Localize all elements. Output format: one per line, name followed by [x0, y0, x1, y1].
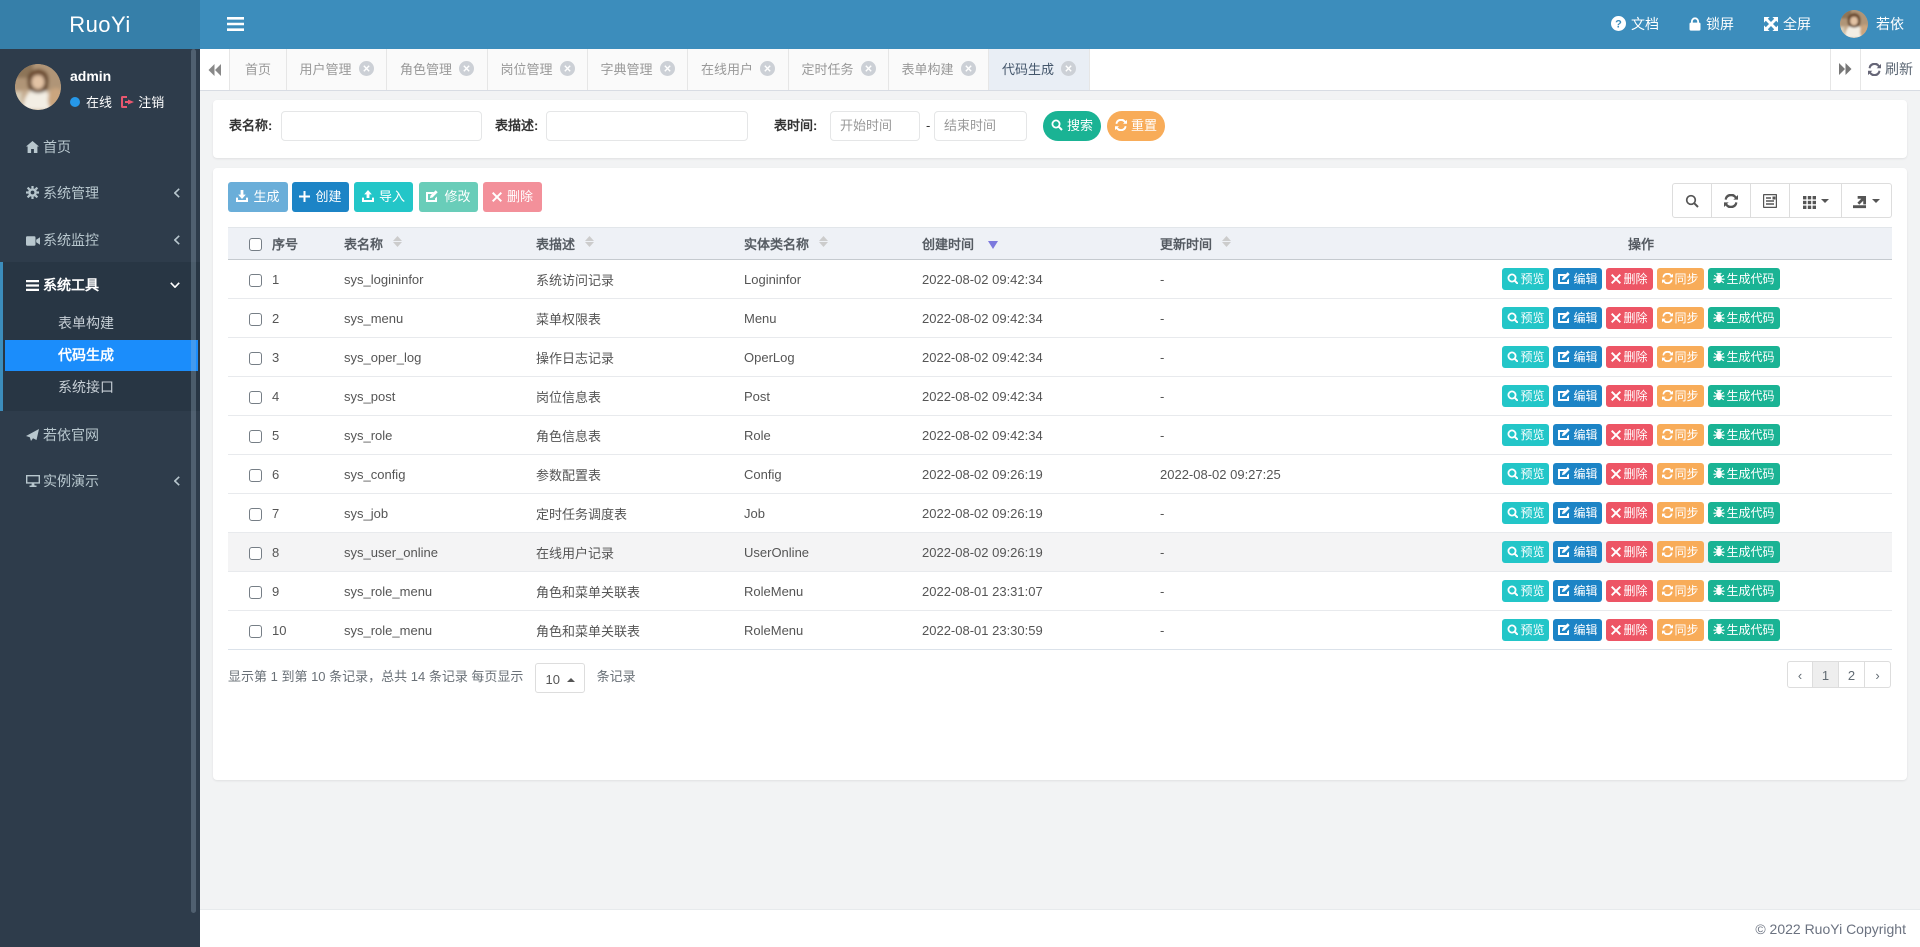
svg-text:?: ? [1615, 18, 1622, 30]
